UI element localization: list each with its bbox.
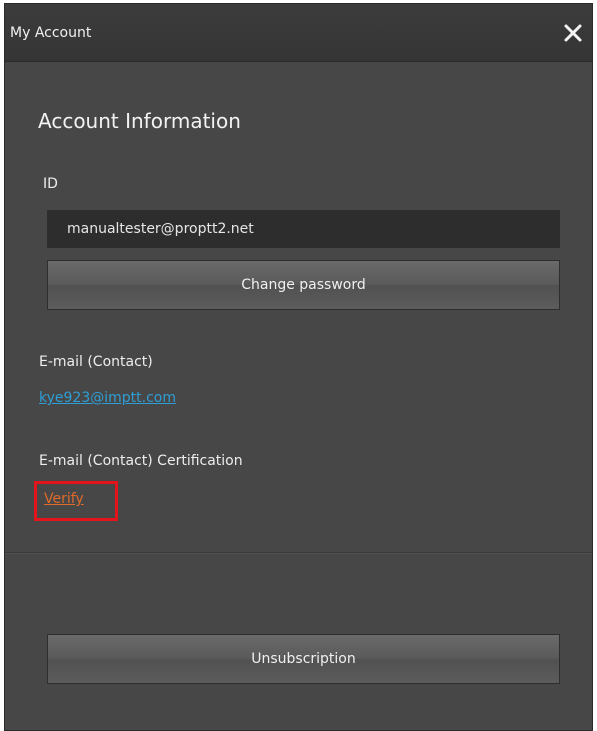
my-account-dialog: My Account Account Information ID Change… (4, 3, 593, 731)
close-icon (564, 24, 582, 42)
change-password-button[interactable]: Change password (47, 260, 560, 310)
email-link[interactable]: kye923@imptt.com (39, 389, 176, 407)
dialog-title: My Account (10, 25, 92, 41)
email-certification-label: E-mail (Contact) Certification (39, 453, 243, 469)
unsubscription-button[interactable]: Unsubscription (47, 634, 560, 684)
close-button[interactable] (560, 20, 586, 46)
title-bar: My Account (5, 4, 592, 62)
id-label: ID (43, 176, 58, 192)
divider (5, 552, 592, 554)
section-title: Account Information (38, 109, 241, 133)
verify-highlight-box (34, 481, 118, 521)
email-label: E-mail (Contact) (39, 354, 153, 370)
id-field[interactable] (47, 210, 560, 248)
